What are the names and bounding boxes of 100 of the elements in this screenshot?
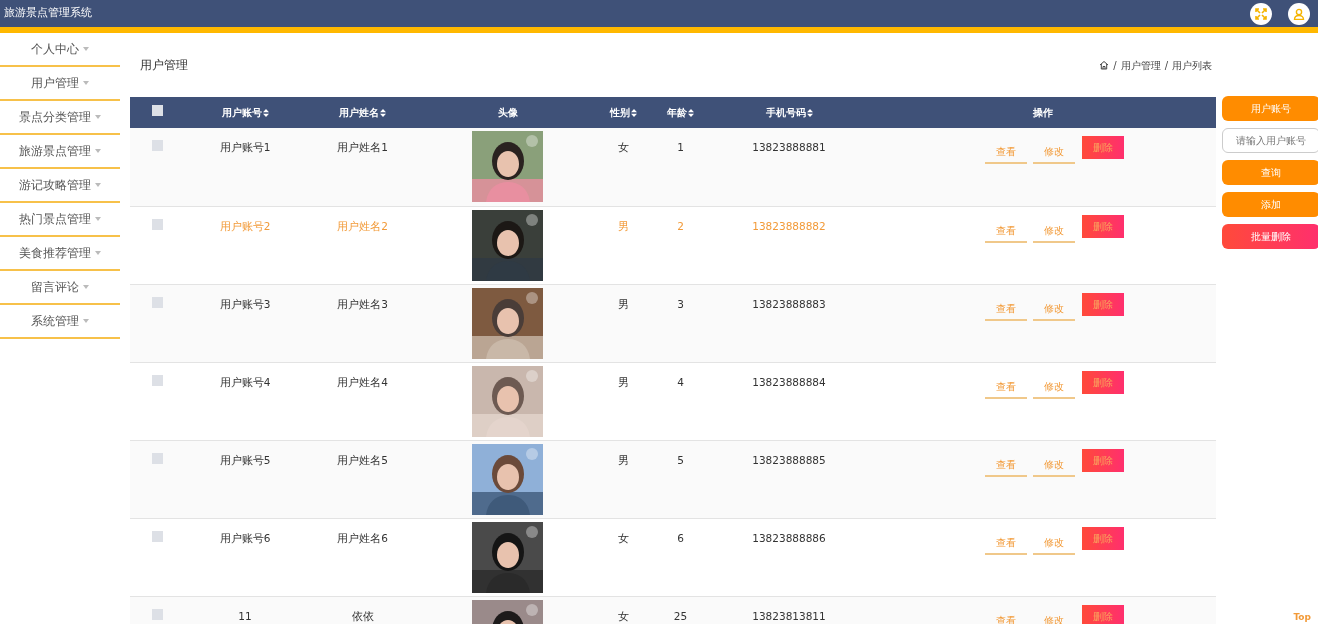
row-checkbox[interactable] [152,530,163,542]
caret-icon [95,183,101,187]
phone-text: 13823888885 [752,453,826,466]
account-text: 用户账号3 [219,297,271,310]
delete-button[interactable]: 删除 [1081,448,1124,472]
breadcrumb-link[interactable]: 用户管理 [1120,57,1161,73]
name-text: 用户姓名1 [337,141,388,153]
caret-icon [95,217,101,221]
account-text: 用户账号4 [219,375,271,388]
edit-button[interactable]: 修改 [1032,452,1075,477]
select-all-checkbox[interactable] [152,105,163,116]
home-icon[interactable] [1099,60,1110,70]
column-header: 头像 [497,107,518,118]
search-label-button[interactable]: 用户账号 [1222,96,1318,121]
name-text: 依依 [351,609,374,622]
view-button[interactable]: 查看 [984,608,1027,624]
edit-button[interactable]: 修改 [1032,218,1075,243]
delete-button[interactable]: 删除 [1081,214,1124,238]
sidebar-item[interactable]: 用户管理 [0,67,120,101]
primary-button[interactable]: 查询 [1222,160,1318,185]
sort-icon[interactable] [380,109,386,117]
phone-text: 13823888881 [752,141,826,153]
gender-text: 男 [618,297,629,310]
row-checkbox[interactable] [152,452,163,464]
search-field[interactable]: 请输入用户账号 [1222,128,1318,153]
view-button[interactable]: 查看 [984,530,1027,555]
user-icon[interactable] [1288,2,1310,25]
gender-text: 女 [618,141,629,153]
view-button[interactable]: 查看 [984,218,1027,243]
caret-icon [95,149,101,153]
account-text: 用户账号6 [219,531,271,544]
edit-button[interactable]: 修改 [1032,530,1075,555]
view-button[interactable]: 查看 [984,452,1027,477]
sort-icon[interactable] [631,109,637,117]
sidebar-item[interactable]: 热门景点管理 [0,203,120,237]
view-button[interactable]: 查看 [984,374,1027,399]
edit-button[interactable]: 修改 [1032,374,1075,399]
view-button[interactable]: 查看 [984,140,1027,164]
row-checkbox[interactable] [152,608,163,620]
sort-icon[interactable] [806,109,813,117]
sortable-column-header[interactable]: 年龄 [667,107,687,118]
row-checkbox[interactable] [152,374,163,386]
phone-text: 13823888886 [752,531,826,544]
delete-button[interactable]: 删除 [1081,526,1124,550]
edit-button[interactable]: 修改 [1032,296,1075,321]
breadcrumb-separator: / [1164,58,1168,73]
sortable-column-header[interactable]: 用户姓名 [339,107,379,118]
caret-icon [83,81,89,85]
name-text: 用户姓名6 [337,531,388,544]
delete-button[interactable]: 删除 [1081,292,1124,316]
phone-text: 13823888884 [752,375,826,388]
age-text: 3 [677,297,684,310]
sidebar-item[interactable]: 旅游景点管理 [0,135,120,169]
sortable-column-header[interactable]: 手机号码 [765,107,806,118]
breadcrumb-separator: / [1113,58,1117,73]
name-text: 用户姓名2 [337,219,388,232]
row-checkbox[interactable] [152,296,163,308]
sidebar-item[interactable]: 系统管理 [0,305,120,339]
phone-text: 13823888883 [752,297,826,310]
sidebar-item[interactable]: 美食推荐管理 [0,237,120,271]
app-title: 旅游景点管理系统 [3,5,92,22]
caret-icon [83,285,89,289]
sort-icon[interactable] [262,109,269,117]
fullscreen-icon[interactable] [1250,2,1272,25]
name-text: 用户姓名4 [337,375,388,388]
account-text: 用户账号2 [219,219,271,232]
gender-text: 女 [618,531,629,544]
batch-delete-button[interactable]: 批量删除 [1222,224,1318,249]
caret-icon [95,251,101,255]
age-text: 25 [673,609,688,622]
view-button[interactable]: 查看 [984,296,1027,321]
phone-text: 13823888882 [752,219,826,232]
delete-button[interactable]: 删除 [1081,604,1124,624]
row-checkbox[interactable] [152,140,163,151]
edit-button[interactable]: 修改 [1032,140,1075,164]
row-checkbox[interactable] [152,218,163,230]
breadcrumb-current: 用户列表 [1172,58,1212,73]
sortable-column-header[interactable]: 性别 [610,107,630,118]
primary-button[interactable]: 添加 [1222,192,1318,217]
caret-icon [83,319,89,323]
sidebar-item[interactable]: 个人中心 [0,33,120,67]
sidebar-item[interactable]: 景点分类管理 [0,101,120,135]
sidebar-item[interactable]: 游记攻略管理 [0,169,120,203]
gender-text: 男 [618,219,629,232]
age-text: 2 [677,219,684,232]
delete-button[interactable]: 删除 [1081,136,1124,159]
caret-icon [95,115,101,119]
gender-text: 男 [618,375,629,388]
phone-text: 13823813811 [752,609,826,622]
back-to-top-link[interactable]: Top [1293,610,1311,624]
account-text: 11 [238,609,252,622]
sidebar-item[interactable]: 留言评论 [0,271,120,305]
sort-icon[interactable] [688,109,694,117]
age-text: 4 [677,375,684,388]
delete-button[interactable]: 删除 [1081,370,1124,394]
name-text: 用户姓名3 [337,297,388,310]
sortable-column-header[interactable]: 用户账号 [221,107,262,118]
age-text: 5 [677,453,684,466]
name-text: 用户姓名5 [337,453,388,466]
account-text: 用户账号5 [219,453,271,466]
